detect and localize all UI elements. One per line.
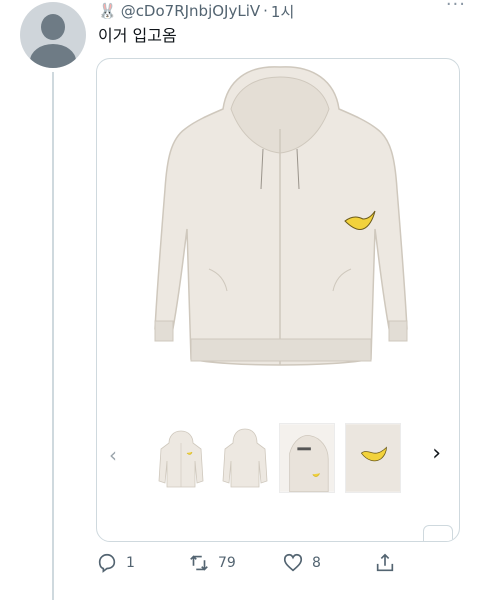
action-bar: 1 79 8 [96,552,460,576]
share-button[interactable] [374,552,404,574]
timestamp[interactable]: 1시 [271,1,294,22]
expand-button[interactable] [423,525,453,541]
share-icon [376,553,394,572]
separator-dot: · [263,2,268,20]
reply-count: 1 [126,555,135,571]
tweet-text: 이거 입고옴 [98,26,177,45]
like-count: 8 [312,555,321,571]
hoodie-product-image[interactable] [135,59,425,379]
thumbnail-hood-detail[interactable] [279,423,335,493]
retweet-button[interactable]: 79 [188,552,236,574]
user-handle[interactable]: @cDo7RJnbjOJyLiV [121,2,260,20]
avatar[interactable] [20,2,86,68]
reply-icon [98,553,116,573]
avatar-head [41,14,65,40]
thumbnail-logo-detail[interactable] [345,423,401,493]
thumbnail-row: ‹ › [97,423,459,493]
hoodie-shape [154,66,408,366]
reply-button[interactable]: 1 [96,552,135,574]
retweet-count: 79 [218,555,236,571]
like-button[interactable]: 8 [282,552,321,574]
thumbnail-front[interactable] [153,423,209,493]
media-card[interactable]: ‹ › [96,58,460,542]
thread-line [52,72,54,600]
avatar-body [30,44,76,68]
chevron-right-icon[interactable]: › [432,441,441,466]
tweet-header: 🐰 @cDo7RJnbjOJyLiV · 1시 [98,0,294,22]
retweet-icon [190,555,208,571]
heart-icon [283,553,303,572]
more-options-icon[interactable]: ··· [446,0,466,15]
chevron-left-icon[interactable]: ‹ [109,443,117,467]
thumbnail-back[interactable] [217,423,273,493]
bunny-emoji-icon: 🐰 [98,2,117,20]
